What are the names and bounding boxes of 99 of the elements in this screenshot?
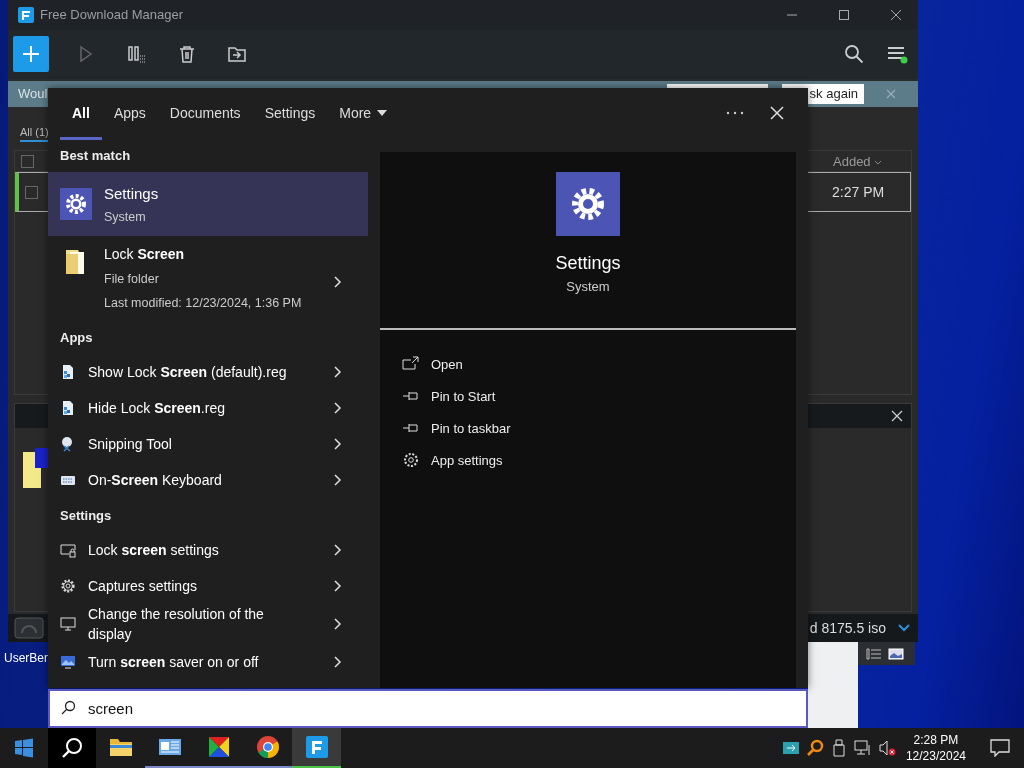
result-item[interactable]: Show Lock Screen (default).reg: [48, 354, 368, 390]
folder-arrow-icon[interactable]: [227, 44, 247, 65]
filter-tab[interactable]: Documents: [157, 90, 253, 140]
action-item[interactable]: Pin to taskbar: [402, 412, 796, 444]
result-title: Turn screen saver on or off: [88, 653, 260, 672]
registry-file-icon: [60, 364, 76, 380]
section-heading: Best match: [59, 146, 132, 165]
action-item[interactable]: Open: [402, 348, 796, 380]
window-title: Free Download Manager: [40, 7, 184, 23]
close-icon[interactable]: [891, 410, 903, 423]
add-button[interactable]: [13, 36, 49, 73]
app-logo-icon: [305, 736, 328, 758]
chevron-right-icon[interactable]: [334, 580, 342, 592]
filter-tab[interactable]: Settings: [252, 90, 328, 140]
menu-icon[interactable]: [886, 44, 908, 65]
result-title: Snipping Tool: [88, 435, 173, 454]
sort-icon: [874, 159, 883, 166]
checkbox[interactable]: [25, 185, 38, 199]
search-field[interactable]: screen: [48, 689, 808, 728]
maximize-button[interactable]: [838, 8, 850, 21]
caret-icon: [377, 109, 388, 116]
result-title: Lock Screen: [104, 245, 186, 264]
browser-icon: [255, 735, 280, 759]
action-item[interactable]: App settings: [402, 444, 796, 476]
chevron-right-icon[interactable]: [334, 656, 342, 668]
chevron-right-icon[interactable]: [334, 474, 342, 486]
section-heading: Apps: [59, 328, 94, 347]
result-title: Show Lock Screen (default).reg: [88, 363, 288, 382]
preview-title: Settings: [555, 253, 621, 274]
gear-icon: [60, 188, 92, 220]
result-item[interactable]: Captures settings: [48, 568, 368, 604]
column-header[interactable]: Added: [833, 153, 911, 169]
result-type: System: [104, 210, 147, 224]
more-options-icon[interactable]: [726, 111, 744, 115]
result-item[interactable]: Turn screen saver on or off: [48, 644, 368, 680]
result-title: Settings: [104, 184, 160, 204]
clock-time[interactable]: 2:28 PM: [913, 732, 959, 748]
result-title: Captures settings: [88, 577, 198, 596]
taskbar-fdm-button[interactable]: [292, 728, 341, 768]
search-icon: [61, 737, 83, 759]
screensaver-icon: [60, 654, 76, 670]
app-logo-icon: [18, 6, 34, 23]
speed-icon[interactable]: [14, 617, 44, 640]
action-item[interactable]: Pin to Start: [402, 380, 796, 412]
triangles-icon: [207, 736, 230, 758]
clock-date[interactable]: 12/23/2024: [905, 748, 966, 764]
gear-icon: [60, 578, 76, 594]
result-title: On-Screen Keyboard: [88, 471, 223, 490]
trash-icon[interactable]: [177, 44, 197, 65]
result-title: Lock screen settings: [88, 541, 220, 560]
status-text: d 8175.5 iso: [809, 620, 886, 637]
plus-icon: [21, 44, 41, 65]
windows-icon[interactable]: [14, 738, 34, 758]
close-button[interactable]: [890, 8, 902, 21]
network-icon[interactable]: [853, 739, 872, 757]
pause-icon[interactable]: [127, 44, 147, 65]
search-button[interactable]: [48, 728, 96, 768]
result-item[interactable]: Lock Screen File folder Last modified: 12/23/2024, 1:36 PM: [48, 236, 368, 320]
filter-tab[interactable]: All: [60, 90, 102, 140]
result-item[interactable]: Snipping Tool: [48, 426, 368, 462]
monitor-icon: [60, 616, 76, 632]
result-type: File folder: [104, 271, 160, 288]
result-detail: Last modified: 12/23/2024, 1:36 PM: [104, 295, 303, 312]
section-heading: Settings: [59, 506, 113, 525]
filter-tab[interactable]: Apps: [101, 90, 158, 140]
filter-tab[interactable]: More: [327, 90, 400, 140]
gear-icon: [402, 452, 420, 468]
search-icon[interactable]: [844, 44, 864, 65]
chevron-right-icon[interactable]: [334, 276, 342, 288]
search-icon: [60, 700, 76, 716]
result-item[interactable]: Hide Lock Screen.reg: [48, 390, 368, 426]
result-item[interactable]: Change the resolution of the display: [48, 604, 368, 644]
image-view-icon[interactable]: [888, 647, 904, 660]
sync-icon[interactable]: [781, 739, 800, 757]
result-title: Hide Lock Screen.reg: [88, 399, 226, 418]
muted-speaker-icon[interactable]: [877, 739, 896, 757]
chevron-right-icon[interactable]: [334, 544, 342, 556]
chevron-right-icon[interactable]: [334, 402, 342, 414]
lock-screen-icon: [60, 542, 76, 558]
notifications-icon[interactable]: [990, 739, 1010, 757]
gear-icon: [556, 172, 620, 236]
chevron-down-icon[interactable]: [898, 624, 910, 633]
open-icon: [402, 356, 420, 372]
chevron-right-icon[interactable]: [334, 618, 342, 630]
newspaper-icon: [157, 737, 182, 757]
preview-subtitle: System: [566, 279, 610, 294]
checkbox[interactable]: [21, 154, 34, 168]
magnifier-icon[interactable]: [805, 739, 824, 757]
result-item[interactable]: Lock screen settings: [48, 532, 368, 568]
registry-file-icon: [60, 400, 76, 416]
result-item[interactable]: On-Screen Keyboard: [48, 462, 368, 498]
result-item[interactable]: Settings System: [48, 172, 368, 236]
table-cell-text: 2:27 PM: [832, 184, 886, 201]
folder-icon: [108, 737, 133, 757]
notification-text: Woul: [18, 86, 48, 102]
result-title: Change the resolution of the display: [88, 605, 265, 644]
list-view-icon[interactable]: [866, 647, 882, 660]
chevron-right-icon[interactable]: [334, 366, 342, 378]
chevron-right-icon[interactable]: [334, 438, 342, 450]
